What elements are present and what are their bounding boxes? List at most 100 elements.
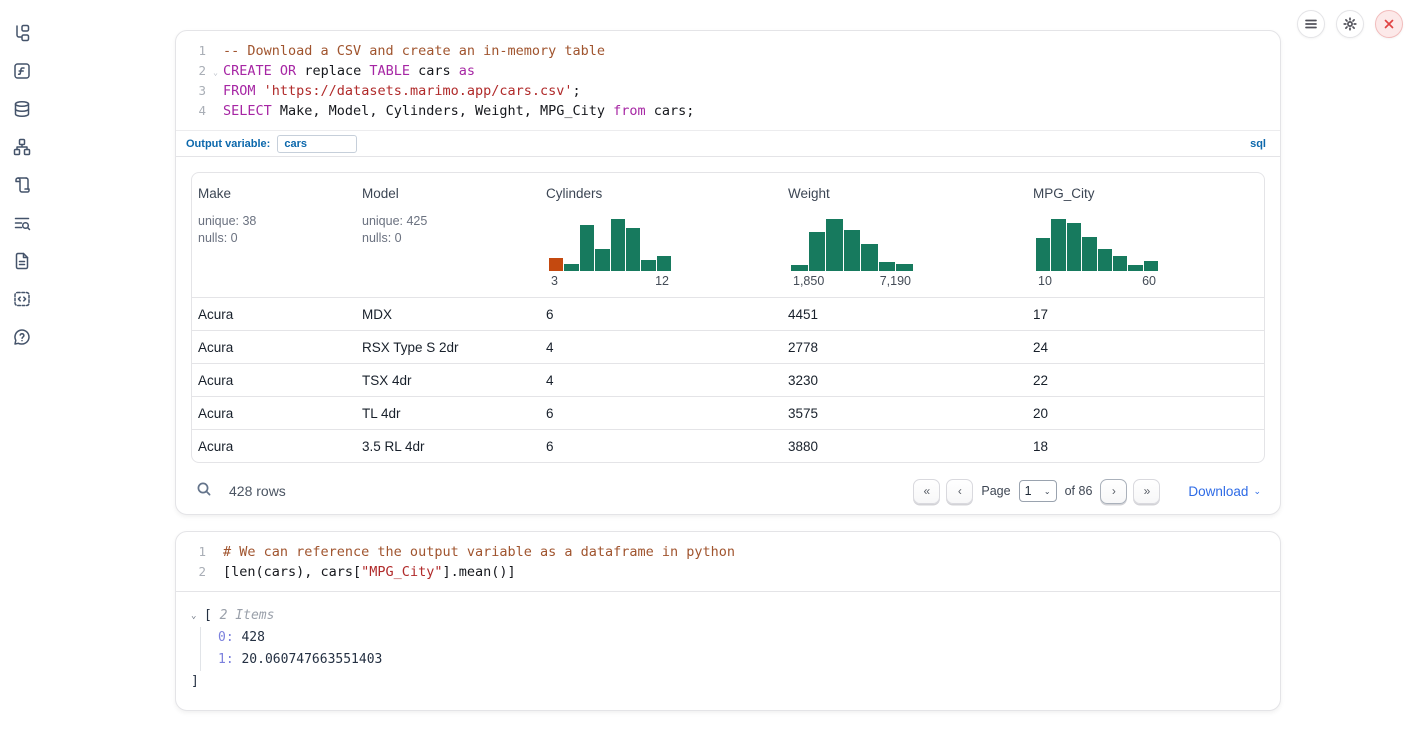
- language-badge[interactable]: sql: [1250, 138, 1266, 150]
- page-select[interactable]: 1 ⌄: [1019, 480, 1057, 502]
- histogram-bar: [896, 264, 913, 271]
- of-total-label: of 86: [1065, 484, 1093, 498]
- table-cell: 3880: [788, 439, 1033, 454]
- table-cell: 4451: [788, 307, 1033, 322]
- histogram-bar: [1113, 256, 1127, 271]
- scroll-icon[interactable]: [13, 175, 32, 194]
- top-controls: [1297, 10, 1403, 38]
- collapse-chevron-icon[interactable]: ⌄: [191, 605, 204, 627]
- shutdown-button[interactable]: [1375, 10, 1403, 38]
- pagination: « ‹ Page 1 ⌄ of 86 › » Download ⌄: [913, 479, 1261, 504]
- table-cell: 20: [1033, 406, 1264, 421]
- tree-item: 1: 20.060747663551403: [218, 649, 1280, 671]
- sql-cell: 1-- Download a CSV and create an in-memo…: [175, 30, 1281, 515]
- table-cell: Acura: [198, 439, 362, 454]
- file-tree-icon[interactable]: [13, 23, 32, 42]
- row-count: 428 rows: [229, 483, 286, 499]
- histogram-bar: [1051, 219, 1065, 271]
- tree-item-value: 20.060747663551403: [234, 652, 383, 667]
- histogram-bar: [791, 265, 808, 271]
- table-cell: MDX: [362, 307, 546, 322]
- code-line: 3FROM 'https://datasets.marimo.app/cars.…: [176, 81, 1280, 101]
- table-body: AcuraMDX6445117AcuraRSX Type S 2dr427782…: [192, 297, 1264, 462]
- histogram-bar: [657, 256, 671, 271]
- table-cell: TL 4dr: [362, 406, 546, 421]
- table-cell: Acura: [198, 373, 362, 388]
- table-cell: 18: [1033, 439, 1264, 454]
- output-variable-input[interactable]: [277, 135, 357, 153]
- histogram-bar: [611, 219, 625, 271]
- column-label: Cylinders: [546, 186, 776, 201]
- histogram-bar: [1067, 223, 1081, 271]
- histogram-bar: [1098, 249, 1112, 271]
- tree-item-key: 1:: [218, 652, 234, 667]
- open-bracket: [: [204, 605, 212, 627]
- code-line: 2⌄CREATE OR replace TABLE cars as: [176, 61, 1280, 81]
- column-label: Make: [198, 186, 350, 201]
- histogram-bar: [844, 230, 861, 271]
- download-button[interactable]: Download ⌄: [1188, 484, 1261, 499]
- histogram-bar: [1036, 238, 1050, 271]
- help-icon[interactable]: [13, 327, 32, 346]
- histogram-bar: [1144, 261, 1158, 271]
- code-line: 2[len(cars), cars["MPG_City"].mean()]: [176, 562, 1280, 582]
- chevron-down-icon: ⌄: [1253, 486, 1261, 497]
- search-icon[interactable]: [196, 481, 212, 502]
- function-square-icon[interactable]: [13, 61, 32, 80]
- page-label: Page: [981, 484, 1010, 498]
- table-cell: 4: [546, 340, 788, 355]
- table-cell: Acura: [198, 340, 362, 355]
- column-header: Model unique: 425nulls: 0: [362, 186, 546, 288]
- code-line: 4SELECT Make, Model, Cylinders, Weight, …: [176, 101, 1280, 121]
- table-cell: 6: [546, 439, 788, 454]
- prev-page-button[interactable]: ‹: [946, 479, 973, 504]
- table-cell: 17: [1033, 307, 1264, 322]
- tree-item: 0: 428: [218, 627, 1280, 649]
- table-row[interactable]: AcuraTSX 4dr4323022: [192, 363, 1264, 396]
- data-table: Makeunique: 38nulls: 0Model unique: 425nu…: [191, 172, 1265, 463]
- table-cell: 6: [546, 406, 788, 421]
- menu-button[interactable]: [1297, 10, 1325, 38]
- table-row[interactable]: AcuraMDX6445117: [192, 297, 1264, 330]
- table-cell: 22: [1033, 373, 1264, 388]
- table-cell: Acura: [198, 406, 362, 421]
- histogram-bar: [641, 260, 655, 271]
- histogram-bar: [549, 258, 563, 271]
- last-page-button[interactable]: »: [1133, 479, 1160, 504]
- table-cell: 4: [546, 373, 788, 388]
- table-row[interactable]: AcuraRSX Type S 2dr4277824: [192, 330, 1264, 363]
- column-header: MPG_City1060: [1033, 186, 1264, 288]
- output-variable-bar: Output variable: sql: [176, 130, 1280, 157]
- sql-code-editor[interactable]: 1-- Download a CSV and create an in-memo…: [176, 31, 1280, 130]
- column-label: MPG_City: [1033, 186, 1252, 201]
- table-cell: TSX 4dr: [362, 373, 546, 388]
- settings-gear-icon: [1343, 17, 1357, 31]
- column-stats: unique: 425nulls: 0: [362, 213, 534, 247]
- dependency-graph-icon[interactable]: [13, 137, 32, 156]
- histogram-bar: [826, 219, 843, 271]
- log-search-icon[interactable]: [13, 213, 32, 232]
- table-cell: 2778: [788, 340, 1033, 355]
- database-icon[interactable]: [13, 99, 32, 118]
- document-icon[interactable]: [13, 251, 32, 270]
- table-cell: 6: [546, 307, 788, 322]
- table-cell: 24: [1033, 340, 1264, 355]
- table-cell: Acura: [198, 307, 362, 322]
- table-row[interactable]: AcuraTL 4dr6357520: [192, 396, 1264, 429]
- code-snippet-icon[interactable]: [13, 289, 32, 308]
- table-cell: RSX Type S 2dr: [362, 340, 546, 355]
- table-header: Makeunique: 38nulls: 0Model unique: 425nu…: [192, 173, 1264, 297]
- next-page-button[interactable]: ›: [1100, 479, 1127, 504]
- first-page-button[interactable]: «: [913, 479, 940, 504]
- python-code-editor[interactable]: 1# We can reference the output variable …: [176, 532, 1280, 591]
- column-label: Model: [362, 186, 534, 201]
- column-header: Makeunique: 38nulls: 0: [198, 186, 362, 288]
- histogram-bar: [809, 232, 826, 271]
- settings-button[interactable]: [1336, 10, 1364, 38]
- fold-chevron-icon: ⌄: [213, 63, 218, 83]
- histogram-max: 7,190: [880, 274, 911, 288]
- table-row[interactable]: Acura3.5 RL 4dr6388018: [192, 429, 1264, 462]
- histogram-bar: [595, 249, 609, 271]
- table-cell: 3.5 RL 4dr: [362, 439, 546, 454]
- chevron-down-icon: ⌄: [1044, 487, 1051, 496]
